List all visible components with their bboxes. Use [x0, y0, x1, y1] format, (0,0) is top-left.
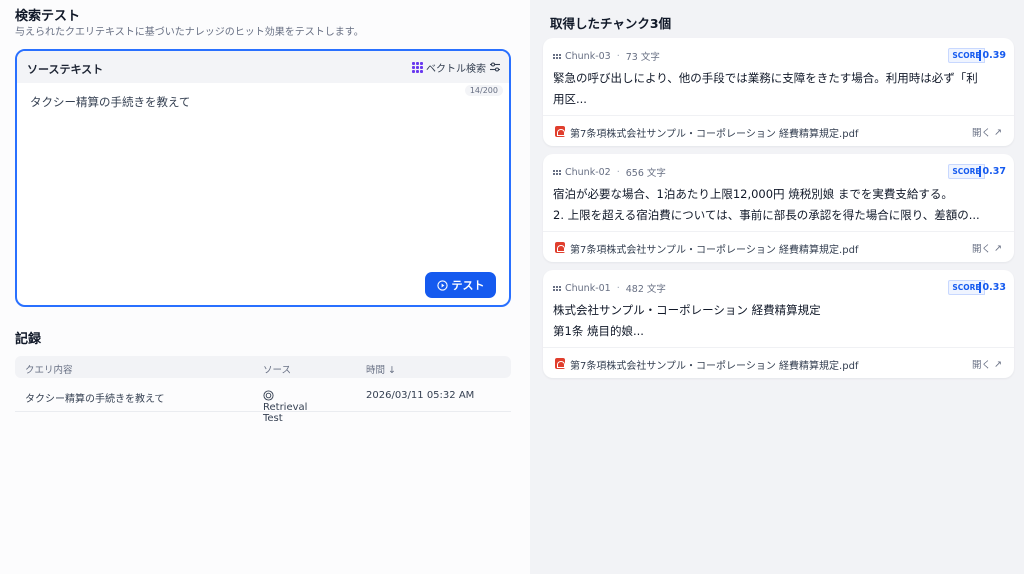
chunk-line: 宿泊が必要な場合、1泊あたり上限12,000円 焼税別娘 までを実費支給する。 — [553, 187, 953, 201]
score-badge: SCORE 0.33 — [948, 280, 1006, 295]
chunk-card[interactable]: Chunk-01 · 482 文字 SCORE 0.33 株式会社サンプル・コー… — [543, 270, 1014, 378]
target-icon — [263, 390, 274, 401]
pdf-icon — [555, 358, 565, 369]
record-time: 2026/03/11 05:32 AM — [366, 390, 475, 401]
chunk-line: 緊急の呼び出しにより、他の手段では業務に支障をきたす場合。利用時は必ず「利 — [553, 71, 978, 85]
score-value: 0.37 — [978, 166, 1006, 177]
chunk-line: 2. 上限を超える宿泊費については、事前に部長の承認を得た場合に限り、差額の..… — [553, 208, 980, 222]
score-value: 0.33 — [978, 282, 1006, 293]
column-header-time[interactable]: 時間 ↓ — [366, 362, 396, 376]
arrow-up-right-icon: ↗ — [994, 126, 1002, 138]
chunk-footer: 第7条項株式会社サンプル・コーポレーション 経費精算規定.pdf 開く ↗ — [543, 347, 1014, 378]
char-count: 14/200 — [464, 85, 503, 96]
retrieval-method-label: ベクトル検索 — [426, 63, 486, 75]
chunk-line: 用区... — [553, 92, 587, 106]
open-link[interactable]: 開く ↗ — [972, 357, 1002, 372]
open-link[interactable]: 開く ↗ — [972, 241, 1002, 256]
settings-sliders-icon — [490, 62, 500, 72]
column-header-source: ソース — [263, 365, 292, 376]
record-source-label: Retrieval Test — [263, 402, 308, 424]
test-button-label: テスト — [451, 279, 485, 292]
arrow-up-right-icon: ↗ — [994, 358, 1002, 370]
open-label: 開く — [972, 360, 992, 371]
column-header-query: クエリ内容 — [25, 365, 73, 376]
chunk-grid-icon — [553, 53, 561, 59]
page-subtitle: 与えられたクエリテキストに基づいたナレッジのヒット効果をテストします。 — [15, 27, 364, 38]
retrieval-test-panel: 検索テスト 与えられたクエリテキストに基づいたナレッジのヒット効果をテストします… — [0, 0, 530, 574]
chunk-footer: 第7条項株式会社サンプル・コーポレーション 経費精算規定.pdf 開く ↗ — [543, 115, 1014, 146]
test-button[interactable]: テスト — [425, 272, 496, 298]
separator-dot: · — [616, 166, 620, 178]
records-table-header: クエリ内容 ソース 時間 ↓ — [15, 356, 511, 378]
separator-dot: · — [616, 282, 620, 294]
open-link[interactable]: 開く ↗ — [972, 125, 1002, 140]
chunks-title: 取得したチャンク3個 — [550, 16, 672, 31]
table-row[interactable]: タクシー精算の手続きを教えて Retrieval Test 2026/03/11… — [15, 378, 511, 424]
open-label: 開く — [972, 128, 992, 139]
chunk-meta: Chunk-03 · 73 文字 — [553, 49, 660, 63]
chunk-line: 第1条 焼目的娘... — [553, 324, 644, 338]
retrieved-chunks-panel: 取得したチャンク3個 Chunk-03 · 73 文字 SCORE 0.39 緊… — [530, 0, 1024, 574]
chunk-char-count: 482 文字 — [625, 284, 666, 295]
score-badge: SCORE 0.39 — [948, 48, 1006, 63]
chunk-id: Chunk-03 — [565, 50, 611, 62]
chunk-line: 株式会社サンプル・コーポレーション 経費精算規定 — [553, 303, 821, 317]
chunk-grid-icon — [553, 285, 561, 291]
page-title: 検索テスト — [15, 9, 81, 24]
source-text-card: ソーステキスト ベクトル検索 14/200 タクシー精算の手続きを教えて テスト — [15, 49, 511, 307]
chunk-meta: Chunk-01 · 482 文字 — [553, 281, 666, 295]
chunk-footer: 第7条項株式会社サンプル・コーポレーション 経費精算規定.pdf 開く ↗ — [543, 231, 1014, 262]
chunk-grid-icon — [553, 169, 561, 175]
source-text-label: ソーステキスト — [27, 63, 104, 76]
chunk-char-count: 73 文字 — [625, 52, 660, 63]
arrow-up-right-icon: ↗ — [994, 242, 1002, 254]
pdf-icon — [555, 126, 565, 137]
chunk-card[interactable]: Chunk-02 · 656 文字 SCORE 0.37 宿泊が必要な場合、1泊… — [543, 154, 1014, 262]
document-name: 第7条項株式会社サンプル・コーポレーション 経費精算規定.pdf — [570, 129, 859, 140]
document-name: 第7条項株式会社サンプル・コーポレーション 経費精算規定.pdf — [570, 361, 859, 372]
chunk-content: 緊急の呼び出しにより、他の手段では業務に支障をきたす場合。利用時は必ず「利 用区… — [553, 68, 1003, 110]
open-label: 開く — [972, 244, 992, 255]
separator-dot: · — [616, 50, 620, 62]
chunk-char-count: 656 文字 — [625, 168, 666, 179]
record-source: Retrieval Test — [263, 390, 307, 424]
chunk-meta: Chunk-02 · 656 文字 — [553, 165, 666, 179]
play-circle-icon — [436, 279, 448, 291]
record-query: タクシー精算の手続きを教えて — [25, 394, 165, 405]
records-table: クエリ内容 ソース 時間 ↓ タクシー精算の手続きを教えて Retrieval … — [15, 356, 511, 424]
query-input[interactable]: タクシー精算の手続きを教えて — [30, 94, 190, 110]
pdf-icon — [555, 242, 565, 253]
vector-dots-icon — [412, 61, 423, 73]
records-title: 記録 — [15, 332, 42, 347]
chunk-id: Chunk-01 — [565, 282, 611, 294]
chunk-content: 宿泊が必要な場合、1泊あたり上限12,000円 焼税別娘 までを実費支給する。 … — [553, 184, 1003, 226]
source-text-header: ソーステキスト ベクトル検索 — [17, 51, 509, 83]
retrieval-method-button[interactable]: ベクトル検索 — [412, 58, 501, 76]
chunk-content: 株式会社サンプル・コーポレーション 経費精算規定 第1条 焼目的娘... — [553, 300, 1003, 342]
score-badge: SCORE 0.37 — [948, 164, 1006, 179]
chunk-card[interactable]: Chunk-03 · 73 文字 SCORE 0.39 緊急の呼び出しにより、他… — [543, 38, 1014, 146]
document-name: 第7条項株式会社サンプル・コーポレーション 経費精算規定.pdf — [570, 245, 859, 256]
score-value: 0.39 — [978, 50, 1006, 61]
chunk-id: Chunk-02 — [565, 166, 611, 178]
